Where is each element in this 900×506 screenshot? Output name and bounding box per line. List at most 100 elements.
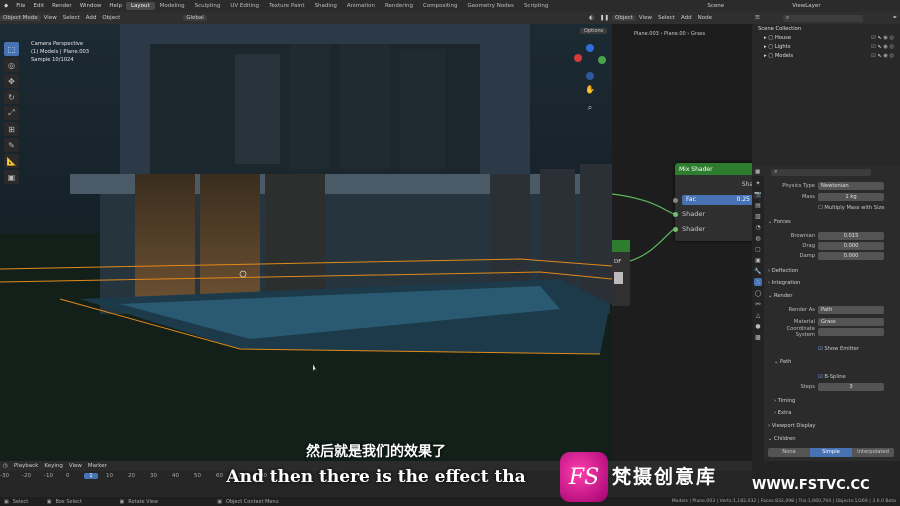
menu-window[interactable]: Window <box>76 3 106 9</box>
scene-collection-row[interactable]: Scene Collection <box>752 24 900 33</box>
tab-shading[interactable]: Shading <box>310 2 342 10</box>
tab-compositing[interactable]: Compositing <box>418 2 462 10</box>
transform-tool-icon[interactable]: ⊞ <box>4 122 19 136</box>
fac-slider[interactable]: Fac 0.25 <box>682 195 754 205</box>
material-tab-icon[interactable]: ● <box>754 322 762 330</box>
material-dropdown[interactable]: Grass <box>818 317 884 326</box>
tab-modeling[interactable]: Modeling <box>155 2 190 10</box>
node-menu-select[interactable]: Select <box>655 15 678 21</box>
visibility-icons[interactable]: ☑ ⬉ ◉ ◎ <box>871 44 900 50</box>
orientation-dropdown[interactable]: Global <box>183 15 207 21</box>
measure-tool-icon[interactable]: 📐 <box>4 154 19 168</box>
node-object-dropdown[interactable]: Object <box>612 15 636 21</box>
mass-field[interactable]: 1 kg <box>818 192 884 201</box>
scene-selector[interactable]: Scene <box>703 3 728 9</box>
outliner-item-house[interactable]: ▸ ▢ House ☑ ⬉ ◉ ◎ <box>752 33 900 42</box>
render-section[interactable]: ⌄ Render <box>768 293 792 299</box>
damp-field[interactable]: 0.000 <box>818 251 884 260</box>
world-tab-icon[interactable]: ◍ <box>754 234 762 242</box>
outliner-editor-icon[interactable]: ☰ <box>752 15 763 21</box>
properties-search-input[interactable]: ⌕ <box>771 168 872 176</box>
child-none-option[interactable]: None <box>768 448 810 457</box>
constraints-tab-icon[interactable]: ⚯ <box>754 300 762 308</box>
render-as-dropdown[interactable]: Path <box>818 305 884 314</box>
properties-editor-icon[interactable]: ▦ <box>752 169 763 175</box>
integration-section[interactable]: › Integration <box>768 280 800 286</box>
node-menu-view[interactable]: View <box>636 15 655 21</box>
shader-input-2-socket[interactable] <box>673 227 678 232</box>
deflection-section[interactable]: › Deflection <box>768 268 798 274</box>
menu-edit[interactable]: Edit <box>29 3 48 9</box>
shader-input-1-socket[interactable] <box>673 212 678 217</box>
object-tab-icon[interactable]: ▣ <box>754 256 762 264</box>
show-emitter-row[interactable]: ☑ Show Emitter <box>766 344 896 353</box>
shading-mode-icon[interactable]: ◐ <box>586 15 597 21</box>
menu-file[interactable]: File <box>12 3 29 9</box>
viewport-menu-select[interactable]: Select <box>60 15 83 21</box>
node-menu-node[interactable]: Node <box>695 15 715 21</box>
texture-tab-icon[interactable]: ▩ <box>754 333 762 341</box>
output-tab-icon[interactable]: ▤ <box>754 201 762 209</box>
pause-icon[interactable]: ❚❚ <box>597 15 612 21</box>
visibility-icons[interactable]: ☑ ⬉ ◉ ◎ <box>871 35 900 41</box>
physics-tab-icon[interactable]: ◯ <box>754 289 762 297</box>
annotate-tool-icon[interactable]: ✎ <box>4 138 19 152</box>
scale-tool-icon[interactable]: ⤢ <box>4 106 19 120</box>
3d-viewport[interactable] <box>0 24 612 461</box>
outliner-item-models[interactable]: ▸ ▢ Models ☑ ⬉ ◉ ◎ <box>752 51 900 60</box>
mix-shader-node[interactable]: Mix Shader Sha Fac 0.25 Shader Shader <box>673 163 755 241</box>
steps-field[interactable]: 3 <box>818 382 884 391</box>
blender-logo-icon[interactable]: ◆ <box>0 3 12 9</box>
node-menu-add[interactable]: Add <box>678 15 695 21</box>
menu-help[interactable]: Help <box>105 3 126 9</box>
child-interpolated-option[interactable]: Interpolated <box>852 448 894 457</box>
options-button[interactable]: Options <box>580 28 608 34</box>
visibility-icons[interactable]: ☑ ⬉ ◉ ◎ <box>871 53 900 59</box>
drag-field[interactable]: 0.000 <box>818 241 884 250</box>
select-tool-icon[interactable]: ⬚ <box>4 42 19 56</box>
extra-section[interactable]: › Extra <box>774 410 791 416</box>
tab-rendering[interactable]: Rendering <box>380 2 418 10</box>
tool-tab-icon[interactable]: ✦ <box>754 179 762 187</box>
menu-render[interactable]: Render <box>48 3 76 9</box>
scene-tab-icon[interactable]: ◔ <box>754 223 762 231</box>
path-section[interactable]: ⌄ Path <box>774 359 791 365</box>
mix-shader-title[interactable]: Mix Shader <box>675 163 755 175</box>
outliner-search-input[interactable]: ⌕ <box>782 14 863 22</box>
viewport-display-section[interactable]: › Viewport Display <box>768 423 815 429</box>
tab-scripting[interactable]: Scripting <box>519 2 553 10</box>
data-tab-icon[interactable]: △ <box>754 311 762 319</box>
filter-icon[interactable]: ⏷ <box>890 15 900 22</box>
rotate-tool-icon[interactable]: ↻ <box>4 90 19 104</box>
view-layer-tab-icon[interactable]: ▧ <box>754 212 762 220</box>
tab-sculpting[interactable]: Sculpting <box>190 2 226 10</box>
cursor-tool-icon[interactable]: ◎ <box>4 58 19 72</box>
timing-section[interactable]: › Timing <box>774 398 795 404</box>
tab-texture-paint[interactable]: Texture Paint <box>264 2 310 10</box>
add-cube-tool-icon[interactable]: ▣ <box>4 170 19 184</box>
tab-geometry-nodes[interactable]: Geometry Nodes <box>463 2 519 10</box>
viewport-menu-view[interactable]: View <box>41 15 60 21</box>
particles-tab-icon[interactable]: ∴ <box>754 278 762 286</box>
children-section[interactable]: ⌄ Children <box>768 436 796 442</box>
shader-node-editor[interactable]: Plane.003 › Plane.00 › Grass DF <box>612 24 752 461</box>
forces-section[interactable]: ⌄ Forces <box>768 219 791 225</box>
bspline-row[interactable]: ☑ B-Spline <box>766 372 896 381</box>
bsdf-node-partial[interactable]: DF <box>614 259 621 265</box>
outliner-item-lights[interactable]: ▸ ▢ Lights ☑ ⬉ ◉ ◎ <box>752 42 900 51</box>
object-mode-dropdown[interactable]: Object Mode <box>0 15 41 21</box>
brownian-field[interactable]: 0.015 <box>818 231 884 240</box>
viewport-menu-add[interactable]: Add <box>83 15 100 21</box>
render-tab-icon[interactable]: 📷 <box>754 190 762 198</box>
physics-type-dropdown[interactable]: Newtonian <box>818 181 884 190</box>
coordinate-system-field[interactable] <box>818 327 884 336</box>
viewlayer-selector[interactable]: ViewLayer <box>788 3 824 9</box>
tab-animation[interactable]: Animation <box>342 2 380 10</box>
modifier-tab-icon[interactable]: 🔧 <box>754 267 762 275</box>
fac-socket[interactable] <box>673 198 678 203</box>
multiply-mass-row[interactable]: ☐ Multiply Mass with Size <box>766 203 896 212</box>
tab-uv-editing[interactable]: UV Editing <box>225 2 264 10</box>
child-simple-option[interactable]: Simple <box>810 448 852 457</box>
collection-tab-icon[interactable]: ▢ <box>754 245 762 253</box>
viewport-menu-object[interactable]: Object <box>99 15 123 21</box>
